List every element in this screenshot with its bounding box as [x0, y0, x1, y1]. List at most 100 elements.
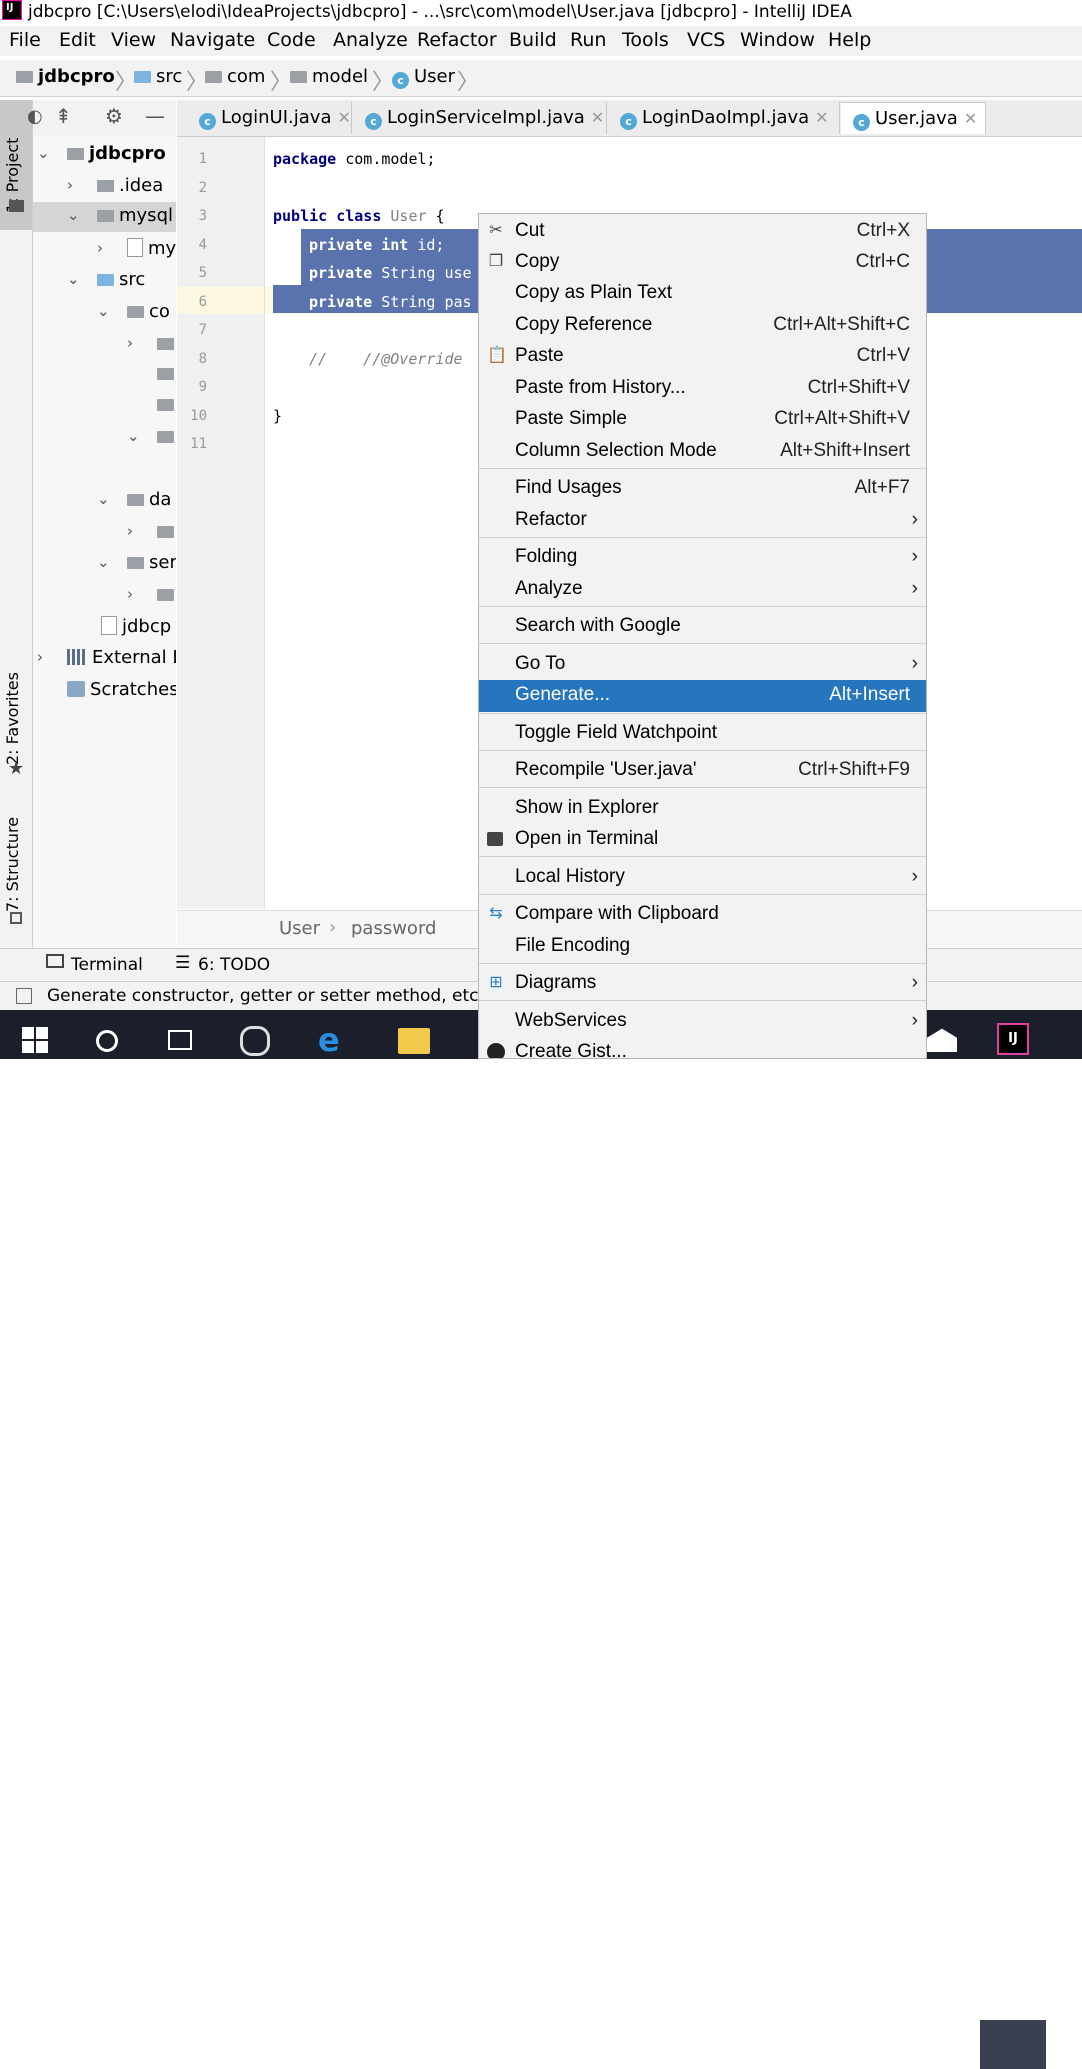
tree-item-dao[interactable]: ⌄ da	[33, 486, 176, 516]
collapse-all-icon[interactable]: ⇞	[55, 104, 72, 128]
menu-item-copy-plain-text[interactable]: Copy as Plain Text	[479, 278, 926, 308]
chevron-down-icon[interactable]: ⌄	[67, 270, 80, 288]
chevron-right-icon[interactable]: ›	[127, 585, 133, 603]
minimize-icon[interactable]: —	[145, 104, 165, 128]
file-explorer-icon[interactable]	[398, 1028, 430, 1054]
tree-item-my[interactable]: › my	[33, 235, 176, 265]
menu-item-create-gist[interactable]: Create Gist...	[479, 1037, 926, 1058]
menu-item-paste-from-history[interactable]: Paste from History... Ctrl+Shift+V	[479, 373, 926, 403]
gear-icon[interactable]: ⚙	[105, 104, 123, 128]
tree-item-mysql[interactable]: ⌄ mysql	[33, 202, 176, 232]
target-icon[interactable]: ◐	[27, 106, 43, 127]
app-icon[interactable]	[240, 1026, 270, 1056]
tree-item-iml-file[interactable]: jdbcp	[33, 613, 176, 643]
tree-item-package[interactable]	[33, 391, 176, 421]
menu-item-cut[interactable]: ✂ Cut Ctrl+X	[479, 216, 926, 246]
tab-user[interactable]: c User.java ✕	[841, 102, 986, 134]
menu-tools[interactable]: Tools	[622, 29, 669, 51]
menu-item-show-in-explorer[interactable]: Show in Explorer	[479, 793, 926, 823]
nav-crumb-project[interactable]: jdbcpro	[16, 66, 115, 87]
menu-view[interactable]: View	[111, 29, 156, 51]
menu-item-compare-with-clipboard[interactable]: ⇆ Compare with Clipboard	[479, 899, 926, 929]
nav-crumb-user[interactable]: c User	[392, 66, 455, 89]
tab-loginserviceimpl[interactable]: c LoginServiceImpl.java ✕	[353, 102, 607, 134]
chevron-right-icon[interactable]: ›	[67, 176, 73, 194]
breadcrumb-class[interactable]: User	[279, 918, 320, 939]
intellij-taskbar-icon[interactable]: IJ	[997, 1023, 1029, 1055]
nav-crumb-model[interactable]: model	[290, 66, 368, 87]
close-icon[interactable]: ✕	[964, 109, 977, 128]
menu-item-copy[interactable]: ❐ Copy Ctrl+C	[479, 247, 926, 277]
nav-crumb-com[interactable]: com	[205, 66, 265, 87]
favorites-tool-tab[interactable]: 2: Favorites	[3, 665, 29, 765]
menu-item-search-with-google[interactable]: Search with Google	[479, 611, 926, 641]
task-view-icon[interactable]	[168, 1030, 192, 1050]
menu-code[interactable]: Code	[267, 29, 316, 51]
menu-edit[interactable]: Edit	[59, 29, 96, 51]
chevron-down-icon[interactable]: ⌄	[127, 427, 140, 445]
menu-item-go-to[interactable]: Go To ›	[479, 649, 926, 679]
app-icon[interactable]	[927, 1028, 957, 1052]
menu-item-generate[interactable]: Generate... Alt+Insert	[479, 680, 926, 712]
tree-item-external-libraries[interactable]: › External L	[33, 644, 176, 674]
menu-item-paste-simple[interactable]: Paste Simple Ctrl+Alt+Shift+V	[479, 404, 926, 434]
tab-logindaoimpl[interactable]: c LoginDaoImpl.java ✕	[608, 102, 840, 134]
tree-item-scratches[interactable]: Scratches	[33, 676, 176, 706]
tree-item-package[interactable]: ⌄	[33, 423, 176, 453]
close-icon[interactable]: ✕	[591, 108, 604, 127]
menu-run[interactable]: Run	[570, 29, 606, 51]
menu-item-folding[interactable]: Folding ›	[479, 542, 926, 572]
menu-item-analyze[interactable]: Analyze ›	[479, 574, 926, 604]
menu-navigate[interactable]: Navigate	[170, 29, 255, 51]
chevron-down-icon[interactable]: ⌄	[97, 302, 110, 320]
close-icon[interactable]: ✕	[815, 108, 828, 127]
chevron-right-icon[interactable]: ›	[127, 522, 133, 540]
menu-item-recompile[interactable]: Recompile 'User.java' Ctrl+Shift+F9	[479, 755, 926, 785]
project-tool-tab[interactable]: 1: Project	[3, 118, 29, 213]
chevron-down-icon[interactable]: ⌄	[67, 206, 80, 224]
tree-item-jdbcpro[interactable]: ⌄ jdbcpro	[33, 140, 176, 170]
menu-refactor[interactable]: Refactor	[417, 29, 497, 51]
structure-tool-tab[interactable]: 7: Structure	[3, 812, 29, 912]
menu-file[interactable]: File	[9, 29, 41, 51]
chevron-right-icon[interactable]: ›	[97, 239, 103, 257]
chevron-right-icon[interactable]: ›	[37, 648, 43, 666]
status-window-icon[interactable]	[16, 988, 32, 1004]
close-icon[interactable]: ✕	[337, 108, 350, 127]
menu-analyze[interactable]: Analyze	[333, 29, 408, 51]
terminal-tab[interactable]: Terminal	[71, 955, 143, 975]
menu-help[interactable]: Help	[828, 29, 871, 51]
tree-item-idea[interactable]: › .idea	[33, 172, 176, 202]
menu-item-column-selection-mode[interactable]: Column Selection Mode Alt+Shift+Insert	[479, 436, 926, 466]
tree-item-package[interactable]: ›	[33, 581, 176, 611]
menu-vcs[interactable]: VCS	[687, 29, 725, 51]
breadcrumb-field[interactable]: password	[351, 918, 436, 939]
chevron-down-icon[interactable]: ⌄	[37, 144, 50, 162]
menu-item-refactor[interactable]: Refactor ›	[479, 505, 926, 535]
chevron-down-icon[interactable]: ⌄	[97, 490, 110, 508]
menu-item-copy-reference[interactable]: Copy Reference Ctrl+Alt+Shift+C	[479, 310, 926, 340]
menu-item-local-history[interactable]: Local History ›	[479, 862, 926, 892]
edge-browser-icon[interactable]: e	[318, 1024, 352, 1059]
tree-item-com[interactable]: ⌄ co	[33, 298, 176, 328]
tree-item-package[interactable]: ›	[33, 518, 176, 548]
menu-build[interactable]: Build	[509, 29, 557, 51]
tab-loginui[interactable]: c LoginUI.java ✕	[187, 102, 352, 134]
menu-window[interactable]: Window	[740, 29, 815, 51]
chevron-right-icon[interactable]: ›	[127, 334, 133, 352]
menu-item-file-encoding[interactable]: File Encoding	[479, 931, 926, 961]
menu-item-open-in-terminal[interactable]: Open in Terminal	[479, 824, 926, 854]
chevron-down-icon[interactable]: ⌄	[97, 553, 110, 571]
menu-item-webservices[interactable]: WebServices ›	[479, 1006, 926, 1036]
windows-start-icon[interactable]	[22, 1027, 48, 1053]
menu-item-diagrams[interactable]: ⊞ Diagrams ›	[479, 968, 926, 998]
nav-crumb-src[interactable]: src	[134, 66, 182, 87]
menu-item-toggle-field-watchpoint[interactable]: Toggle Field Watchpoint	[479, 718, 926, 748]
todo-tab[interactable]: 6: TODO	[198, 955, 270, 975]
search-circle-icon[interactable]	[96, 1030, 118, 1052]
tree-item-service[interactable]: ⌄ ser	[33, 549, 176, 579]
tree-item-package[interactable]	[33, 360, 176, 390]
tree-item-src[interactable]: ⌄ src	[33, 266, 176, 296]
tree-item-package[interactable]: ›	[33, 330, 176, 360]
menu-item-paste[interactable]: 📋 Paste Ctrl+V	[479, 341, 926, 371]
